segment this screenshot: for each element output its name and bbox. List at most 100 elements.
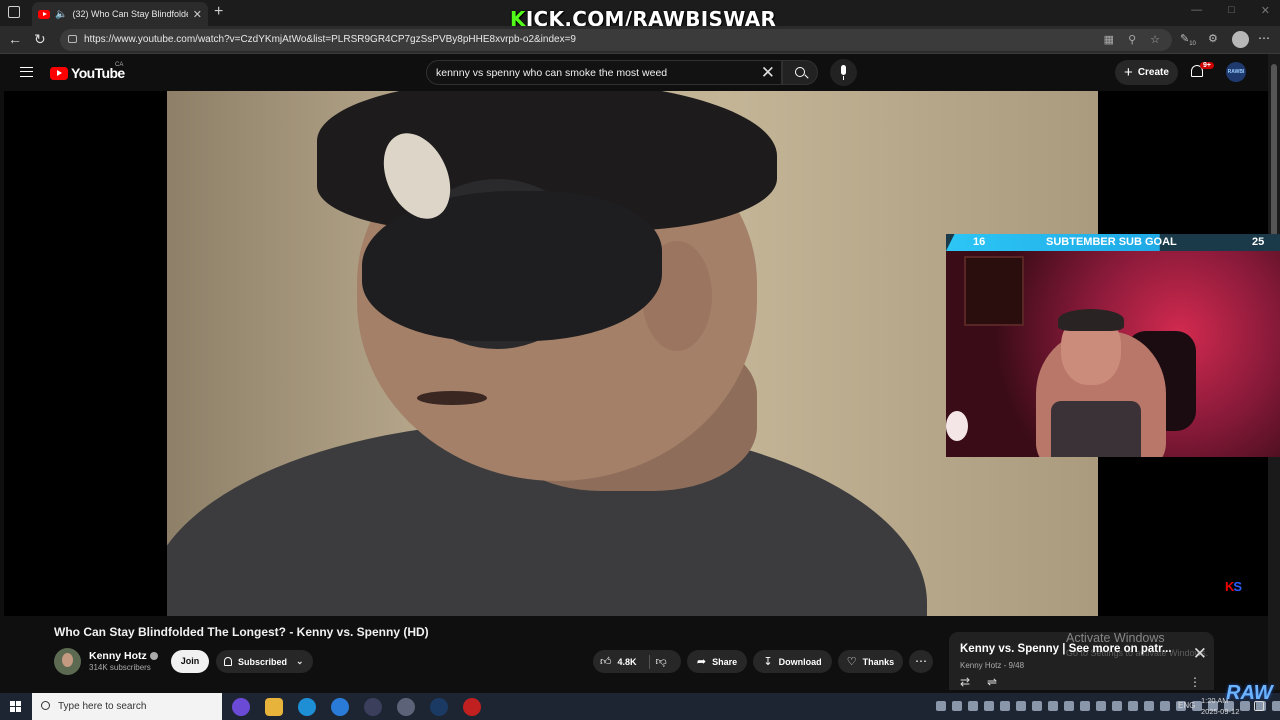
like-divider <box>648 654 650 669</box>
browser-tab-active[interactable]: 🔈 (32) Who Can Stay Blindfolded ✕ <box>32 2 208 26</box>
video-subject-mouth <box>417 391 487 405</box>
download-label: Download <box>778 656 822 667</box>
steam-icon[interactable] <box>430 698 448 716</box>
activate-windows-subtext: Go to Settings to activate Windows. <box>1066 648 1209 658</box>
join-button[interactable]: Join <box>171 650 209 673</box>
tab-title: (32) Who Can Stay Blindfolded <box>72 9 188 19</box>
thanks-icon: ♡ <box>846 656 857 668</box>
video-title: Who Can Stay Blindfolded The Longest? - … <box>54 625 429 639</box>
window-controls: — □ ✕ <box>1191 4 1270 17</box>
like-icon[interactable]: 👍︎ <box>600 655 612 668</box>
tray-icon[interactable] <box>984 701 994 711</box>
file-explorer-icon[interactable] <box>265 698 283 716</box>
terminal-icon[interactable] <box>364 698 382 716</box>
tray-icon[interactable] <box>1016 701 1026 711</box>
download-button[interactable]: ↧ Download <box>753 650 832 673</box>
close-window-icon[interactable]: ✕ <box>1261 4 1270 17</box>
tab-actions-icon[interactable] <box>8 6 20 18</box>
clear-search-icon[interactable]: ✕ <box>761 63 775 83</box>
profile-avatar[interactable] <box>1232 31 1249 48</box>
tray-icon[interactable] <box>1144 701 1154 711</box>
maximize-icon[interactable]: □ <box>1228 4 1235 17</box>
create-label: Create <box>1137 67 1169 78</box>
verified-icon <box>149 652 158 661</box>
bell-icon <box>224 657 232 666</box>
playlist-more-icon[interactable]: ⋮ <box>1189 675 1201 689</box>
webcam-streamer-shirt <box>1051 401 1141 457</box>
edge-browser-icon[interactable] <box>298 698 316 716</box>
more-actions-icon[interactable]: ⋯ <box>909 650 933 673</box>
like-count[interactable]: 4.8K <box>618 657 637 667</box>
minimize-icon[interactable]: — <box>1191 4 1202 17</box>
settings-icon[interactable] <box>397 698 415 716</box>
tray-icon[interactable] <box>1000 701 1010 711</box>
youtube-header: YouTube CA kennny vs spenny who can smok… <box>0 54 1280 91</box>
audio-playing-icon[interactable]: 🔈 <box>55 9 67 20</box>
favorite-star-icon[interactable]: ☆ <box>1150 33 1160 46</box>
app-icon[interactable] <box>331 698 349 716</box>
back-arrow-icon[interactable]: ← <box>8 31 22 47</box>
thanks-button[interactable]: ♡ Thanks <box>838 650 903 673</box>
tray-icon[interactable] <box>936 701 946 711</box>
subscriber-count: 314K subscribers <box>89 663 151 672</box>
search-button[interactable] <box>782 60 818 85</box>
zoom-icon[interactable]: ⚲ <box>1128 33 1136 46</box>
tray-icon[interactable] <box>1272 701 1280 711</box>
taskbar-search-placeholder: Type here to search <box>58 701 147 712</box>
tray-icon[interactable] <box>1112 701 1122 711</box>
close-tab-icon[interactable]: ✕ <box>193 8 202 21</box>
channel-name[interactable]: Kenny Hotz <box>89 650 158 662</box>
webcam-lamp <box>946 411 968 441</box>
hamburger-menu-icon[interactable] <box>20 67 33 77</box>
copilot-icon[interactable] <box>232 698 250 716</box>
tray-icon[interactable] <box>1096 701 1106 711</box>
search-icon <box>795 67 805 77</box>
taskbar-search-input[interactable]: Type here to search <box>32 693 222 720</box>
voice-search-icon[interactable] <box>830 59 857 86</box>
tray-icon[interactable] <box>952 701 962 711</box>
tray-icon[interactable] <box>1048 701 1058 711</box>
collections-icon[interactable]: ⚙ <box>1208 32 1218 45</box>
obs-icon[interactable] <box>463 698 481 716</box>
sub-goal-current: 16 <box>973 236 986 248</box>
thanks-label: Thanks <box>862 656 895 667</box>
subscribed-button[interactable]: Subscribed ⌄ <box>216 650 313 673</box>
dislike-icon[interactable]: 👎︎ <box>656 655 667 668</box>
share-label: Share <box>712 656 738 667</box>
download-icon: ↧ <box>763 656 773 668</box>
tray-icon[interactable] <box>1160 701 1170 711</box>
tray-icon[interactable] <box>1032 701 1042 711</box>
windows-start-icon[interactable] <box>10 701 21 712</box>
like-dislike-group: 👍︎ 4.8K 👎︎ <box>593 650 681 673</box>
streamer-webcam <box>946 251 1280 457</box>
url-field[interactable]: https://www.youtube.com/watch?v=CzdYKmjA… <box>60 29 1172 51</box>
sub-goal-bar: 16 SUBTEMBER SUB GOAL 25 <box>946 234 1280 251</box>
youtube-favicon-icon <box>38 9 50 19</box>
tray-icon[interactable] <box>968 701 978 711</box>
webcam-poster <box>964 256 1024 326</box>
app-available-icon[interactable]: ▦ <box>1104 33 1114 46</box>
extensions-icon[interactable]: ✎10 <box>1180 32 1196 47</box>
lock-icon[interactable] <box>68 35 77 43</box>
language-indicator[interactable]: ENG <box>1178 701 1195 710</box>
notification-badge: 9+ <box>1200 62 1214 69</box>
channel-avatar[interactable] <box>54 648 81 675</box>
browser-menu-icon[interactable]: ⋯ <box>1258 31 1270 45</box>
shuffle-icon[interactable]: ⇌ <box>987 675 997 689</box>
tray-icon[interactable] <box>1080 701 1090 711</box>
new-tab-icon[interactable]: + <box>214 3 223 21</box>
webcam-streamer-hair <box>1058 309 1124 331</box>
refresh-icon[interactable]: ↻ <box>34 31 46 48</box>
tray-icon[interactable] <box>1064 701 1074 711</box>
create-button[interactable]: + Create <box>1115 60 1178 85</box>
tray-icon[interactable] <box>1128 701 1138 711</box>
account-avatar[interactable]: RAWBI <box>1226 62 1246 82</box>
loop-icon[interactable]: ⇄ <box>960 675 970 689</box>
subscribed-label: Subscribed <box>238 656 288 667</box>
chevron-down-icon: ⌄ <box>296 656 304 666</box>
youtube-logo[interactable]: YouTube CA <box>50 62 125 81</box>
browser-tab-strip: 🔈 (32) Who Can Stay Blindfolded ✕ + KICK… <box>0 0 1280 31</box>
search-input[interactable]: kennny vs spenny who can smoke the most … <box>426 60 782 85</box>
share-button[interactable]: ➦ Share <box>687 650 747 673</box>
search-icon <box>41 701 50 710</box>
